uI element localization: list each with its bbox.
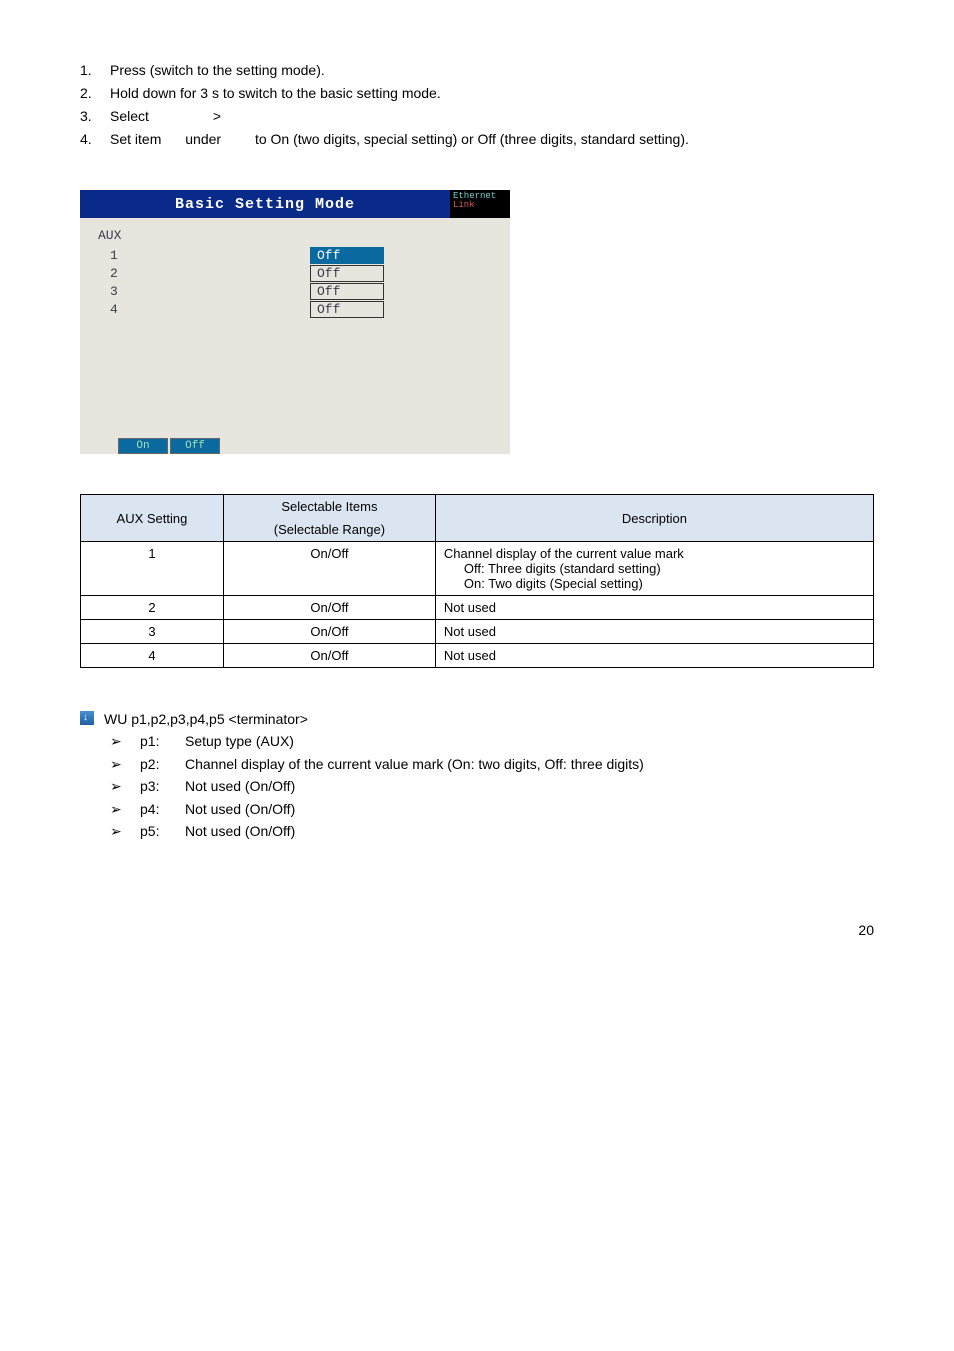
table-row: 4On/OffNot used [81, 644, 874, 668]
step-number: 3. [80, 106, 110, 127]
cell-description: Not used [435, 620, 873, 644]
col-aux-setting: AUX Setting [81, 495, 224, 542]
cell-aux: 3 [81, 620, 224, 644]
chevron-icon: ➢ [80, 753, 140, 775]
step-text: Select > [110, 106, 874, 127]
aux-row-number: 1 [98, 248, 310, 263]
command-section: WU p1,p2,p3,p4,p5 <terminator> ➢p1:Setup… [80, 708, 874, 842]
param-description: Not used (On/Off) [185, 798, 874, 820]
param-description: Setup type (AUX) [185, 730, 874, 752]
cell-selectable: On/Off [223, 620, 435, 644]
param-description: Channel display of the current value mar… [185, 753, 874, 775]
param-row: ➢p2:Channel display of the current value… [80, 753, 874, 775]
step-3: 3. Select > [80, 106, 874, 127]
chevron-icon: ➢ [80, 798, 140, 820]
aux-label: AUX [98, 228, 492, 243]
param-row: ➢p4:Not used (On/Off) [80, 798, 874, 820]
aux-row-value[interactable]: Off [310, 283, 384, 300]
off-button[interactable]: Off [170, 438, 220, 454]
cell-selectable: On/Off [223, 596, 435, 620]
step-2: 2. Hold down for 3 s to switch to the ba… [80, 83, 874, 104]
step-4: 4. Set item under to On (two digits, spe… [80, 129, 874, 150]
cell-selectable: On/Off [223, 644, 435, 668]
aux-row-value[interactable]: Off [310, 247, 384, 264]
table-row: 2On/OffNot used [81, 596, 874, 620]
aux-row: 1Off [98, 247, 492, 264]
param-name: p3: [140, 775, 185, 797]
cell-aux: 4 [81, 644, 224, 668]
chevron-icon: ➢ [80, 775, 140, 797]
table-row: 1On/OffChannel display of the current va… [81, 542, 874, 596]
aux-row: 2Off [98, 265, 492, 282]
aux-row: 3Off [98, 283, 492, 300]
aux-row: 4Off [98, 301, 492, 318]
ethernet-indicator: Ethernet Link [450, 190, 510, 218]
step-number: 2. [80, 83, 110, 104]
param-row: ➢p3:Not used (On/Off) [80, 775, 874, 797]
step-text: Press (switch to the setting mode). [110, 60, 874, 81]
cell-description: Not used [435, 596, 873, 620]
aux-settings-table: AUX Setting Selectable Items Description… [80, 494, 874, 668]
col-selectable-range: (Selectable Range) [223, 518, 435, 542]
param-name: p1: [140, 730, 185, 752]
param-name: p2: [140, 753, 185, 775]
param-description: Not used (On/Off) [185, 820, 874, 842]
procedure-steps: 1. Press (switch to the setting mode). 2… [80, 60, 874, 150]
chevron-icon: ➢ [80, 820, 140, 842]
param-row: ➢p1:Setup type (AUX) [80, 730, 874, 752]
download-icon [80, 711, 94, 725]
aux-row-value[interactable]: Off [310, 301, 384, 318]
command-main: WU p1,p2,p3,p4,p5 <terminator> [80, 708, 874, 730]
step-1: 1. Press (switch to the setting mode). [80, 60, 874, 81]
cell-description: Channel display of the current value mar… [435, 542, 873, 596]
screenshot-body: AUX 1Off2Off3Off4Off [80, 218, 510, 438]
param-description: Not used (On/Off) [185, 775, 874, 797]
step-number: 1. [80, 60, 110, 81]
col-description: Description [435, 495, 873, 542]
screenshot-header: Basic Setting Mode Ethernet Link [80, 190, 510, 218]
basic-setting-mode-screenshot: Basic Setting Mode Ethernet Link AUX 1Of… [80, 190, 510, 454]
aux-row-number: 2 [98, 266, 310, 281]
cell-aux: 1 [81, 542, 224, 596]
col-selectable-items: Selectable Items [223, 495, 435, 519]
param-row: ➢p5:Not used (On/Off) [80, 820, 874, 842]
chevron-icon: ➢ [80, 730, 140, 752]
step-number: 4. [80, 129, 110, 150]
on-button[interactable]: On [118, 438, 168, 454]
aux-row-value[interactable]: Off [310, 265, 384, 282]
page-number: 20 [80, 922, 874, 938]
step-text: Set item under to On (two digits, specia… [110, 129, 874, 150]
aux-row-number: 3 [98, 284, 310, 299]
step-text: Hold down for 3 s to switch to the basic… [110, 83, 874, 104]
window-title: Basic Setting Mode [80, 190, 450, 218]
param-name: p5: [140, 820, 185, 842]
screenshot-footer: On Off [80, 438, 510, 454]
cell-aux: 2 [81, 596, 224, 620]
aux-row-number: 4 [98, 302, 310, 317]
table-row: 3On/OffNot used [81, 620, 874, 644]
cell-description: Not used [435, 644, 873, 668]
param-name: p4: [140, 798, 185, 820]
cell-selectable: On/Off [223, 542, 435, 596]
